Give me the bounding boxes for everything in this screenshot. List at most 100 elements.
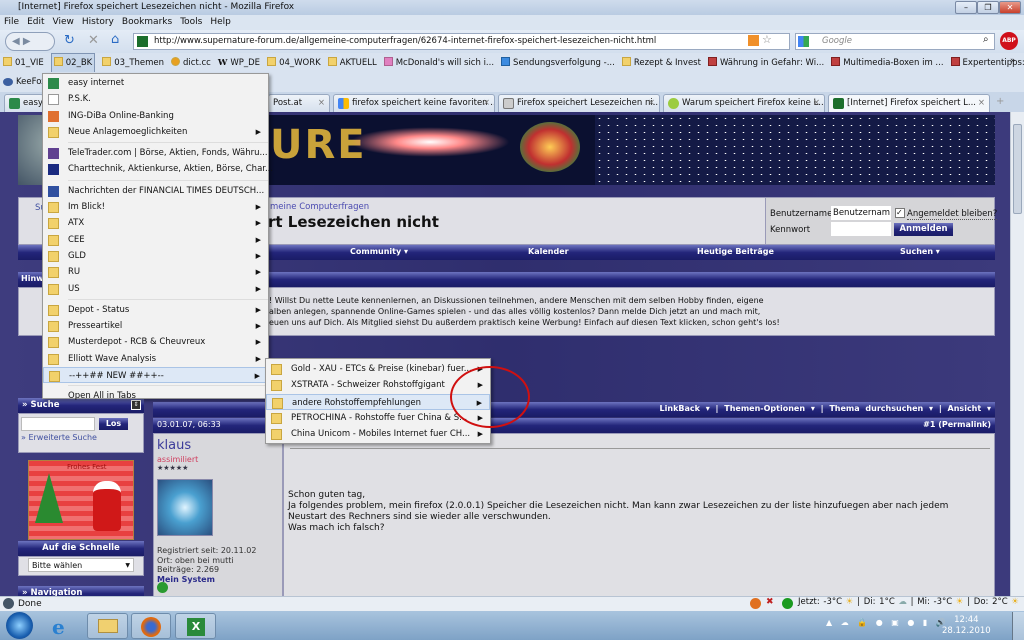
close-tab-icon[interactable]: × (318, 95, 325, 112)
bookmark-04-work[interactable]: 04_WORK (267, 54, 321, 73)
bookmark-menu-item[interactable]: Musterdepot - RCB & Cheuvreux ▶ (43, 334, 268, 350)
bookmark-01-vie[interactable]: 01_VIE (3, 54, 44, 73)
search-go-button[interactable]: Los (99, 418, 128, 430)
menu-bookmarks[interactable]: Bookmarks (122, 17, 172, 27)
menu-file[interactable]: File (4, 17, 19, 27)
bookmark-menu-item[interactable]: P.S.K. (43, 91, 268, 107)
new-tab-button[interactable]: + (996, 96, 1004, 107)
bookmark-menu-item[interactable]: US ▶ (43, 281, 268, 297)
view-menu[interactable]: Ansicht ▾ (948, 404, 991, 413)
bookmark-aktuell[interactable]: AKTUELL (327, 54, 377, 73)
menu-view[interactable]: View (53, 17, 74, 27)
search-icon[interactable]: ⌕ (983, 34, 989, 45)
bookmark-menu-item[interactable]: TeleTrader.com | Börse, Aktien, Fonds, W… (43, 145, 268, 161)
bookmark-menu-item[interactable]: CEE ▶ (43, 232, 268, 248)
tab-warum[interactable]: Warum speichert Firefox keine L... × (663, 94, 825, 112)
bookmark-menu-item[interactable]: Presseartikel ▶ (43, 318, 268, 334)
maximize-button[interactable]: ❐ (977, 1, 999, 14)
weather-forecast[interactable]: Jetzt: -3°C ☀ | Di: 1°C ☁ | Mi: -3°C ☀ |… (798, 597, 1019, 607)
bookmark-menu-item[interactable]: Open All in Tabs (43, 388, 268, 404)
password-input[interactable] (831, 222, 891, 236)
forum-search-input[interactable] (21, 417, 95, 431)
submenu-item[interactable]: China Unicom - Mobiles Internet fuer CH.… (266, 426, 490, 442)
bookmark-menu-item[interactable]: --++## NEW ##++-- ▶ (43, 367, 268, 384)
thread-search-menu[interactable]: Thema durchsuchen ▾ (829, 404, 933, 413)
show-desktop-button[interactable] (1012, 612, 1024, 640)
bookmark-menu-item[interactable]: easy internet (43, 75, 268, 91)
bookmark-waehrung[interactable]: Währung in Gefahr: Wi... (707, 54, 824, 73)
bookmark-menu-item[interactable]: ATX ▶ (43, 215, 268, 231)
quick-select[interactable]: Bitte wählen ▼ (28, 558, 134, 572)
tab-active[interactable]: [Internet] Firefox speichert L... × (828, 94, 990, 112)
system-tray[interactable]: ▲ ☁ 🔒 ● ▣ ● ▮ 🔊 (826, 618, 946, 627)
nav-kalender[interactable]: Kalender (528, 247, 569, 256)
bookmark-03-themen[interactable]: 03_Themen (102, 54, 164, 73)
bookmark-multimedia[interactable]: Multimedia-Boxen im ... (831, 54, 944, 73)
tab-firefox-favoriten[interactable]: firefox speichert keine favoriten ... × (333, 94, 495, 112)
menu-edit[interactable]: Edit (27, 17, 44, 27)
remember-checkbox[interactable]: ✓ (895, 208, 905, 218)
clock[interactable]: 12:44 28.12.2010 (942, 615, 991, 637)
stop-icon[interactable]: ✕ (88, 33, 99, 48)
explorer-taskbar-button[interactable] (87, 613, 128, 639)
bookmark-dict[interactable]: dict.cc (171, 54, 211, 73)
bookmark-sendung[interactable]: Sendungsverfolgung -... (501, 54, 615, 73)
start-button[interactable] (6, 612, 33, 639)
back-forward-button[interactable]: ◀ ▶ (5, 32, 55, 51)
close-tab-icon[interactable]: × (483, 95, 490, 112)
permalink[interactable]: #1 (Permalink) (923, 418, 991, 432)
bookmark-menu-item[interactable]: GLD ▶ (43, 248, 268, 264)
menu-help[interactable]: Help (210, 17, 231, 27)
bookmark-02-bk[interactable]: 02_BK (50, 53, 96, 74)
username-input[interactable]: Benutzernam (831, 206, 891, 220)
rss-icon[interactable] (748, 35, 759, 46)
close-tab-icon[interactable]: × (978, 95, 985, 112)
bookmark-menu-item[interactable]: ING-DiBa Online-Banking (43, 108, 268, 124)
minimize-button[interactable]: – (955, 1, 977, 14)
bookmark-wp-de[interactable]: W WP_DE (218, 54, 260, 73)
avatar[interactable] (157, 479, 213, 536)
bookmark-menu-item[interactable]: Nachrichten der FINANCIAL TIMES DEUTSCH.… (43, 183, 268, 199)
reload-icon[interactable]: ↻ (64, 33, 75, 48)
firefox-status-icon[interactable] (750, 598, 761, 609)
tab-easy[interactable]: easy i (4, 94, 44, 112)
close-button[interactable]: ✕ (999, 1, 1021, 14)
tab-firefox-lesezeichen[interactable]: Firefox speichert Lesezeichen ni... × (498, 94, 660, 112)
breadcrumb[interactable]: meine Computerfragen (270, 202, 369, 212)
nav-suchen[interactable]: Suchen ▾ (900, 247, 940, 256)
close-tab-icon[interactable]: × (813, 95, 820, 112)
ie-taskbar-icon[interactable]: e (52, 615, 65, 639)
advanced-search-link[interactable]: » Erweiterte Suche (21, 433, 97, 442)
bookmark-menu-item[interactable]: Charttechnik, Aktienkurse, Aktien, Börse… (43, 161, 273, 177)
submenu-item[interactable]: Gold - XAU - ETCs & Preise (kinebar) fue… (266, 361, 490, 377)
menu-tools[interactable]: Tools (180, 17, 202, 27)
bookmark-menu-item[interactable]: RU ▶ (43, 264, 268, 280)
chevron-more-icon[interactable]: » (1010, 56, 1016, 66)
blocked-icon[interactable]: ✖ (766, 597, 774, 607)
linkback-menu[interactable]: LinkBack ▾ (660, 404, 710, 413)
my-system-link[interactable]: Mein System (157, 575, 256, 585)
post-username[interactable]: klaus (157, 438, 191, 453)
tab-post[interactable]: Post.at × (268, 94, 330, 112)
bookmark-menu-item[interactable]: Elliott Wave Analysis ▶ (43, 351, 268, 367)
thread-options-menu[interactable]: Themen-Optionen ▾ (724, 404, 815, 413)
vertical-scrollbar[interactable] (1010, 112, 1024, 596)
nav-heutige[interactable]: Heutige Beiträge (697, 247, 774, 256)
excel-taskbar-button[interactable]: X (175, 613, 216, 639)
bookmark-menu-item[interactable]: Im Blick! ▶ (43, 199, 268, 215)
adblock-icon[interactable]: ABP (1000, 32, 1018, 50)
close-tab-icon[interactable]: × (648, 95, 655, 112)
login-button[interactable]: Anmelden (894, 223, 953, 236)
bookmark-mcdonalds[interactable]: McDonald's will sich i... (383, 54, 494, 73)
menu-history[interactable]: History (82, 17, 114, 27)
scrollbar-thumb[interactable] (1013, 124, 1022, 214)
nav-community[interactable]: Community ▾ (350, 247, 408, 256)
home-icon[interactable]: ⌂ (111, 32, 119, 47)
search-input[interactable]: Google (795, 33, 995, 50)
firefox-taskbar-button[interactable] (131, 613, 171, 639)
bookmark-menu-item[interactable]: Depot - Status ▶ (43, 302, 268, 318)
bookmark-rezept[interactable]: Rezept & Invest (621, 54, 701, 73)
status-green-icon[interactable] (782, 598, 793, 609)
bookmark-menu-item[interactable]: Neue Anlagemoeglichkeiten ▶ (43, 124, 268, 140)
bookmark-star-icon[interactable]: ☆ (762, 33, 772, 46)
